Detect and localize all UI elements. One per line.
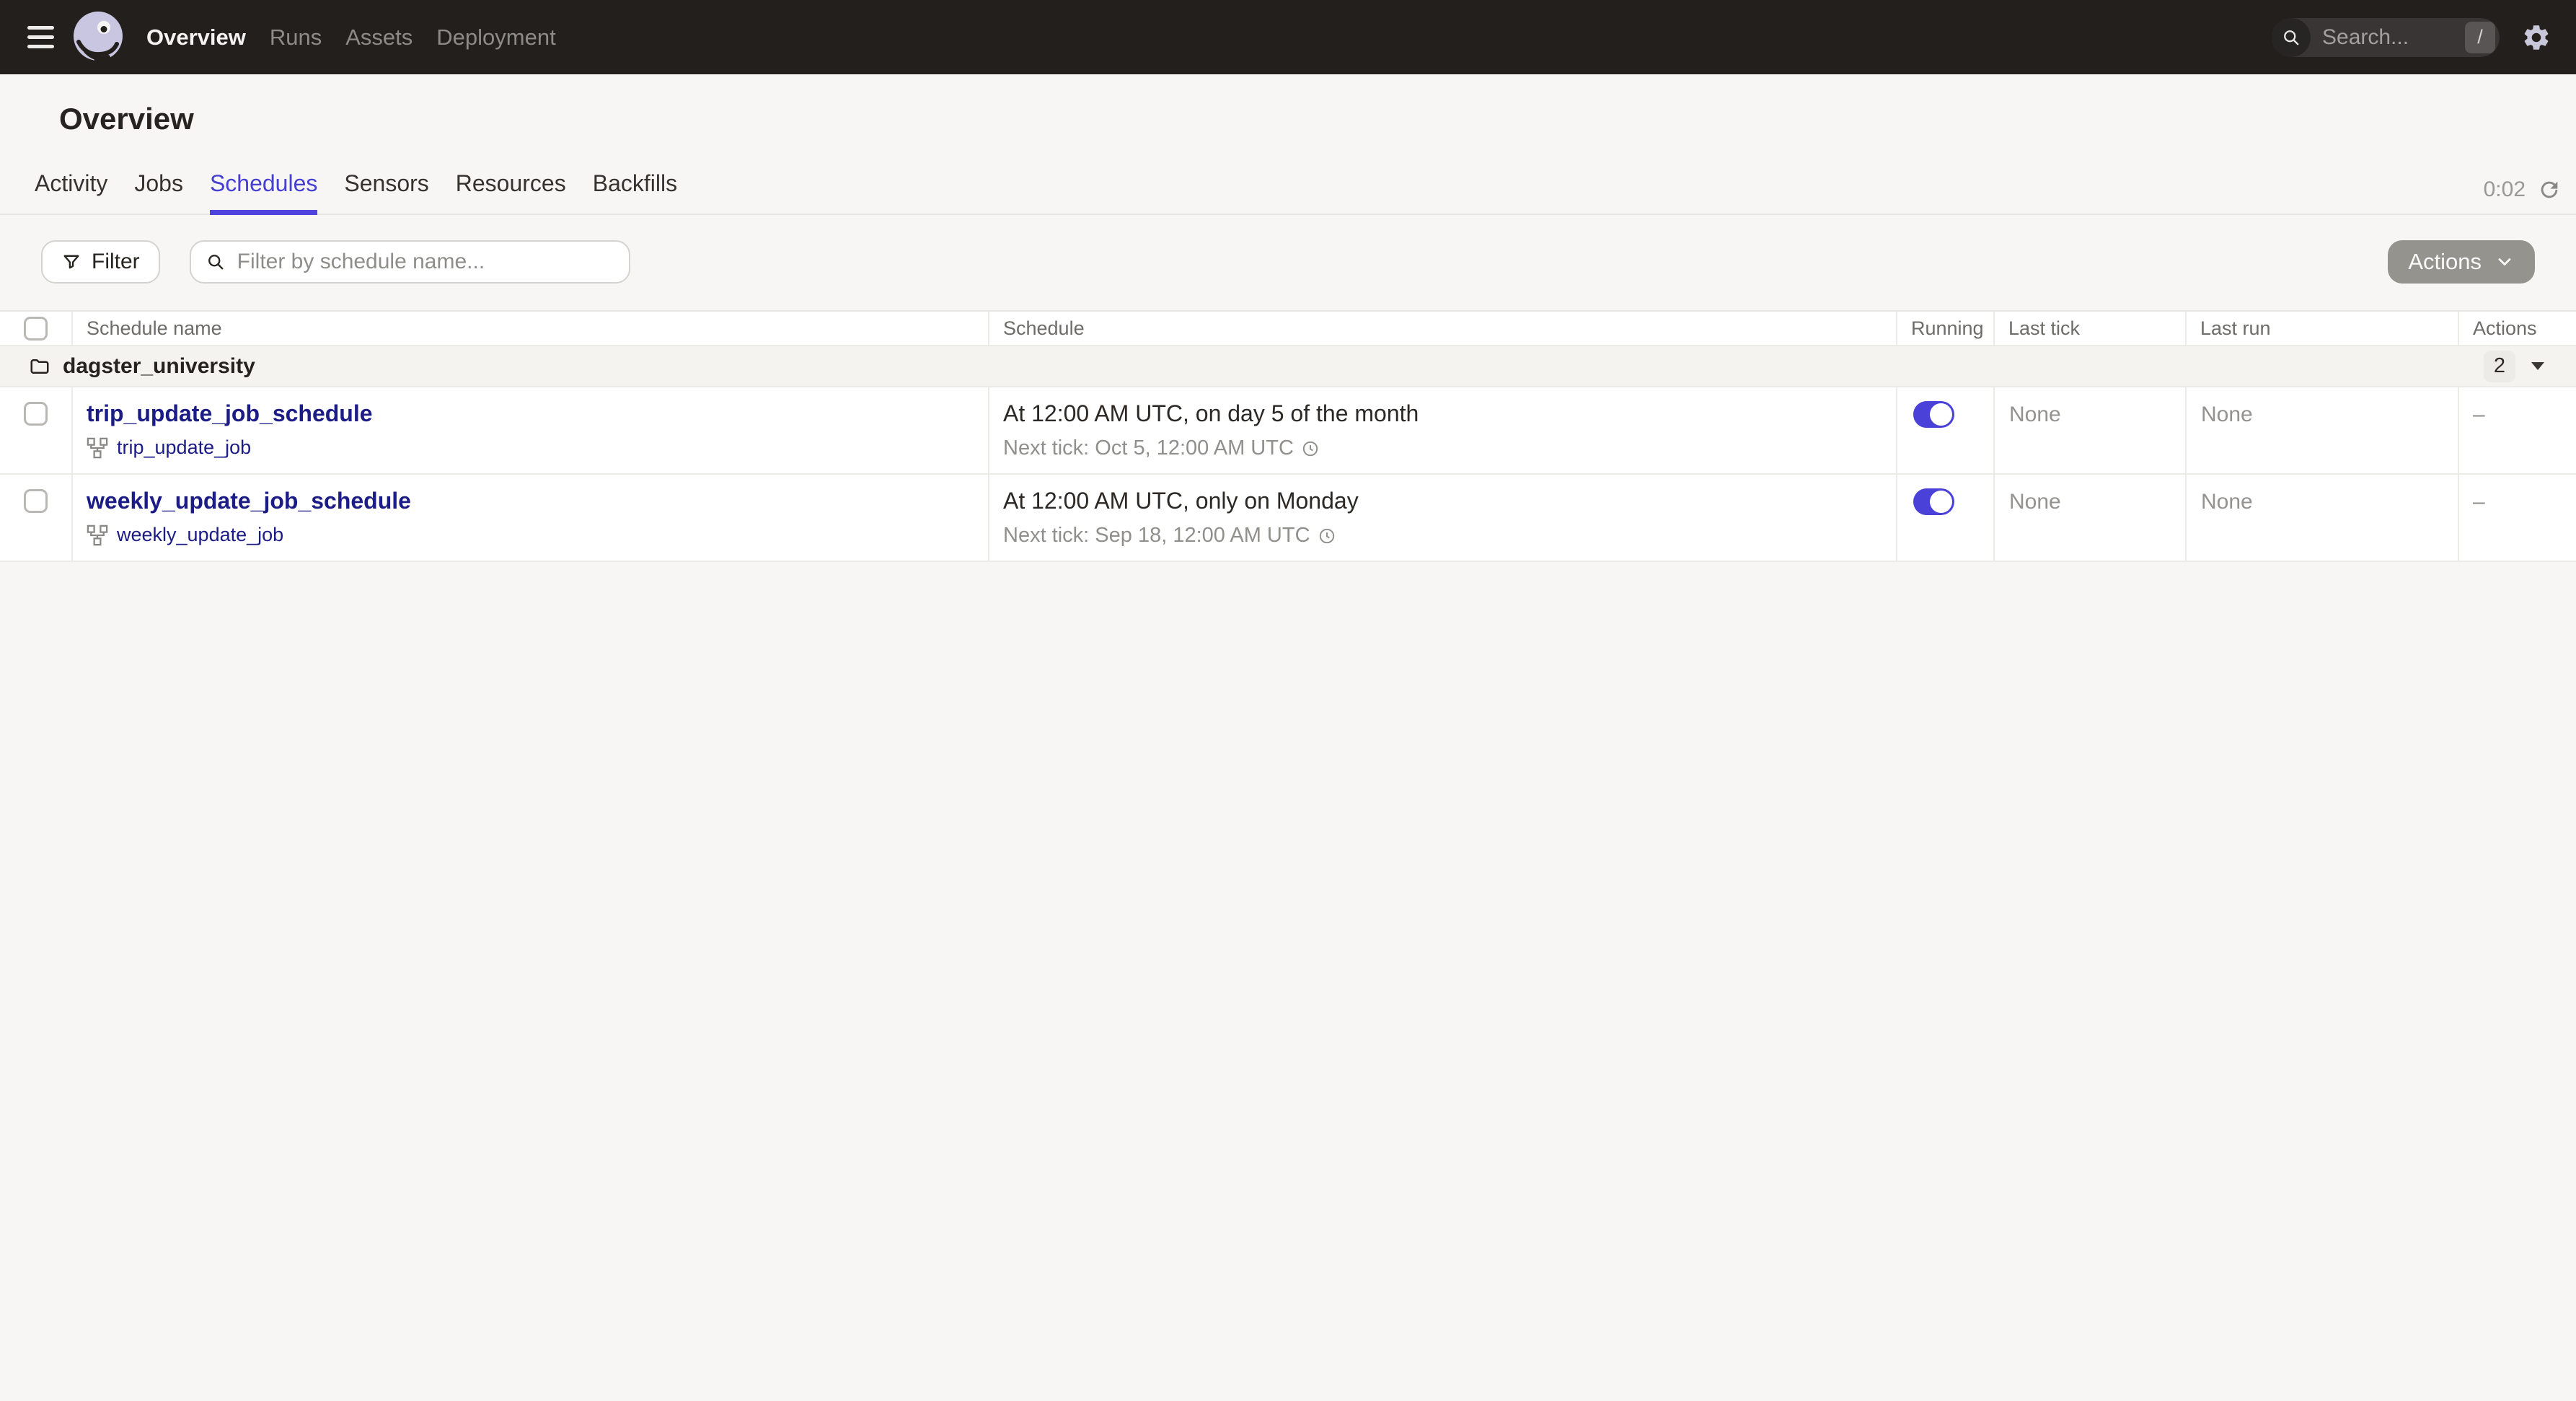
row-actions-cell: – (2473, 490, 2485, 514)
column-header-schedule-name: Schedule name (73, 312, 989, 345)
code-location-group-row[interactable]: dagster_university 2 (0, 346, 2576, 387)
schedule-cron-cell: At 12:00 AM UTC, on day 5 of the month N… (989, 387, 1897, 473)
folder-icon (29, 356, 50, 377)
tab-jobs[interactable]: Jobs (134, 170, 183, 214)
last-tick-cell: None (1995, 475, 2187, 561)
actions-button[interactable]: Actions (2388, 240, 2535, 284)
next-tick-text: Next tick: Sep 18, 12:00 AM UTC (1003, 524, 1310, 547)
column-header-schedule: Schedule (989, 312, 1897, 345)
row-select-cell (0, 387, 73, 473)
overview-tabs: Activity Jobs Schedules Sensors Resource… (35, 170, 677, 215)
overview-tabs-row: Activity Jobs Schedules Sensors Resource… (0, 170, 2576, 215)
column-header-last-run: Last run (2187, 312, 2459, 345)
top-navigation-bar: Overview Runs Assets Deployment Search..… (0, 0, 2576, 74)
schedule-name-cell: trip_update_job_schedule trip_update_job (73, 387, 989, 473)
schedule-description: At 12:00 AM UTC, only on Monday (1003, 488, 1359, 514)
hamburger-menu-icon[interactable] (27, 26, 54, 48)
last-run-cell: None (2187, 387, 2459, 473)
select-all-cell (0, 312, 73, 345)
refresh-icon[interactable] (2537, 177, 2562, 202)
job-link[interactable]: weekly_update_job (117, 524, 283, 546)
table-header-row: Schedule name Schedule Running Last tick… (0, 312, 2576, 346)
global-search[interactable]: Search... / (2272, 17, 2500, 57)
funnel-icon (61, 252, 81, 272)
running-toggle[interactable] (1913, 401, 1954, 428)
schedule-name-filter-input[interactable] (235, 249, 614, 275)
job-graph-icon (87, 524, 108, 546)
filter-button-label: Filter (92, 250, 140, 273)
schedule-link[interactable]: trip_update_job_schedule (87, 400, 373, 427)
tab-backfills[interactable]: Backfills (593, 170, 677, 214)
schedule-description: At 12:00 AM UTC, on day 5 of the month (1003, 400, 1419, 426)
schedules-table: Schedule name Schedule Running Last tick… (0, 310, 2576, 562)
running-toggle[interactable] (1913, 488, 1954, 515)
table-row: weekly_update_job_schedule weekly_update… (0, 475, 2576, 562)
search-icon (206, 252, 226, 272)
search-icon (2272, 17, 2311, 57)
last-run-cell: None (2187, 475, 2459, 561)
column-header-actions: Actions (2473, 317, 2537, 339)
job-graph-icon (87, 437, 108, 459)
column-header-last-tick: Last tick (1995, 312, 2187, 345)
schedules-toolbar: Filter Actions (41, 240, 2535, 284)
collapse-caret-icon[interactable] (2531, 362, 2544, 370)
clock-icon (1301, 439, 1320, 458)
schedule-link[interactable]: weekly_update_job_schedule (87, 487, 411, 514)
page-title: Overview (59, 102, 194, 136)
nav-item-runs[interactable]: Runs (270, 25, 322, 50)
code-location-name: dagster_university (63, 353, 255, 378)
actions-button-label: Actions (2408, 249, 2482, 274)
clock-icon (1318, 527, 1336, 545)
refresh-countdown: 0:02 (2483, 177, 2526, 201)
row-select-cell (0, 475, 73, 561)
nav-item-assets[interactable]: Assets (345, 25, 413, 50)
tab-sensors[interactable]: Sensors (344, 170, 428, 214)
running-cell (1897, 475, 1995, 561)
schedule-count-badge: 2 (2484, 350, 2515, 382)
tab-resources[interactable]: Resources (456, 170, 566, 214)
settings-gear-icon[interactable] (2521, 22, 2551, 53)
overview-page: Overview Activity Jobs Schedules Sensors… (0, 102, 2576, 562)
row-checkbox[interactable] (24, 489, 48, 513)
row-actions-cell: – (2473, 403, 2485, 426)
table-row: trip_update_job_schedule trip_update_job… (0, 387, 2576, 475)
search-shortcut-badge: / (2465, 21, 2495, 53)
search-placeholder: Search... (2322, 25, 2409, 49)
job-link[interactable]: trip_update_job (117, 436, 251, 459)
nav-item-overview[interactable]: Overview (146, 25, 246, 50)
nav-item-deployment[interactable]: Deployment (436, 25, 555, 50)
schedule-name-cell: weekly_update_job_schedule weekly_update… (73, 475, 989, 561)
chevron-down-icon (2495, 252, 2515, 272)
primary-nav: Overview Runs Assets Deployment (146, 25, 556, 50)
schedule-name-filter (189, 240, 630, 284)
next-tick-text: Next tick: Oct 5, 12:00 AM UTC (1003, 436, 1294, 460)
dagster-logo-icon[interactable] (71, 10, 126, 65)
select-all-checkbox[interactable] (24, 316, 48, 341)
tab-schedules[interactable]: Schedules (209, 170, 318, 215)
row-checkbox[interactable] (24, 402, 48, 426)
last-tick-cell: None (1995, 387, 2187, 473)
running-cell (1897, 387, 1995, 473)
column-header-running: Running (1897, 312, 1995, 345)
schedule-cron-cell: At 12:00 AM UTC, only on Monday Next tic… (989, 475, 1897, 561)
tab-activity[interactable]: Activity (35, 170, 107, 214)
refresh-area: 0:02 (2484, 177, 2562, 214)
filter-button[interactable]: Filter (41, 240, 160, 284)
